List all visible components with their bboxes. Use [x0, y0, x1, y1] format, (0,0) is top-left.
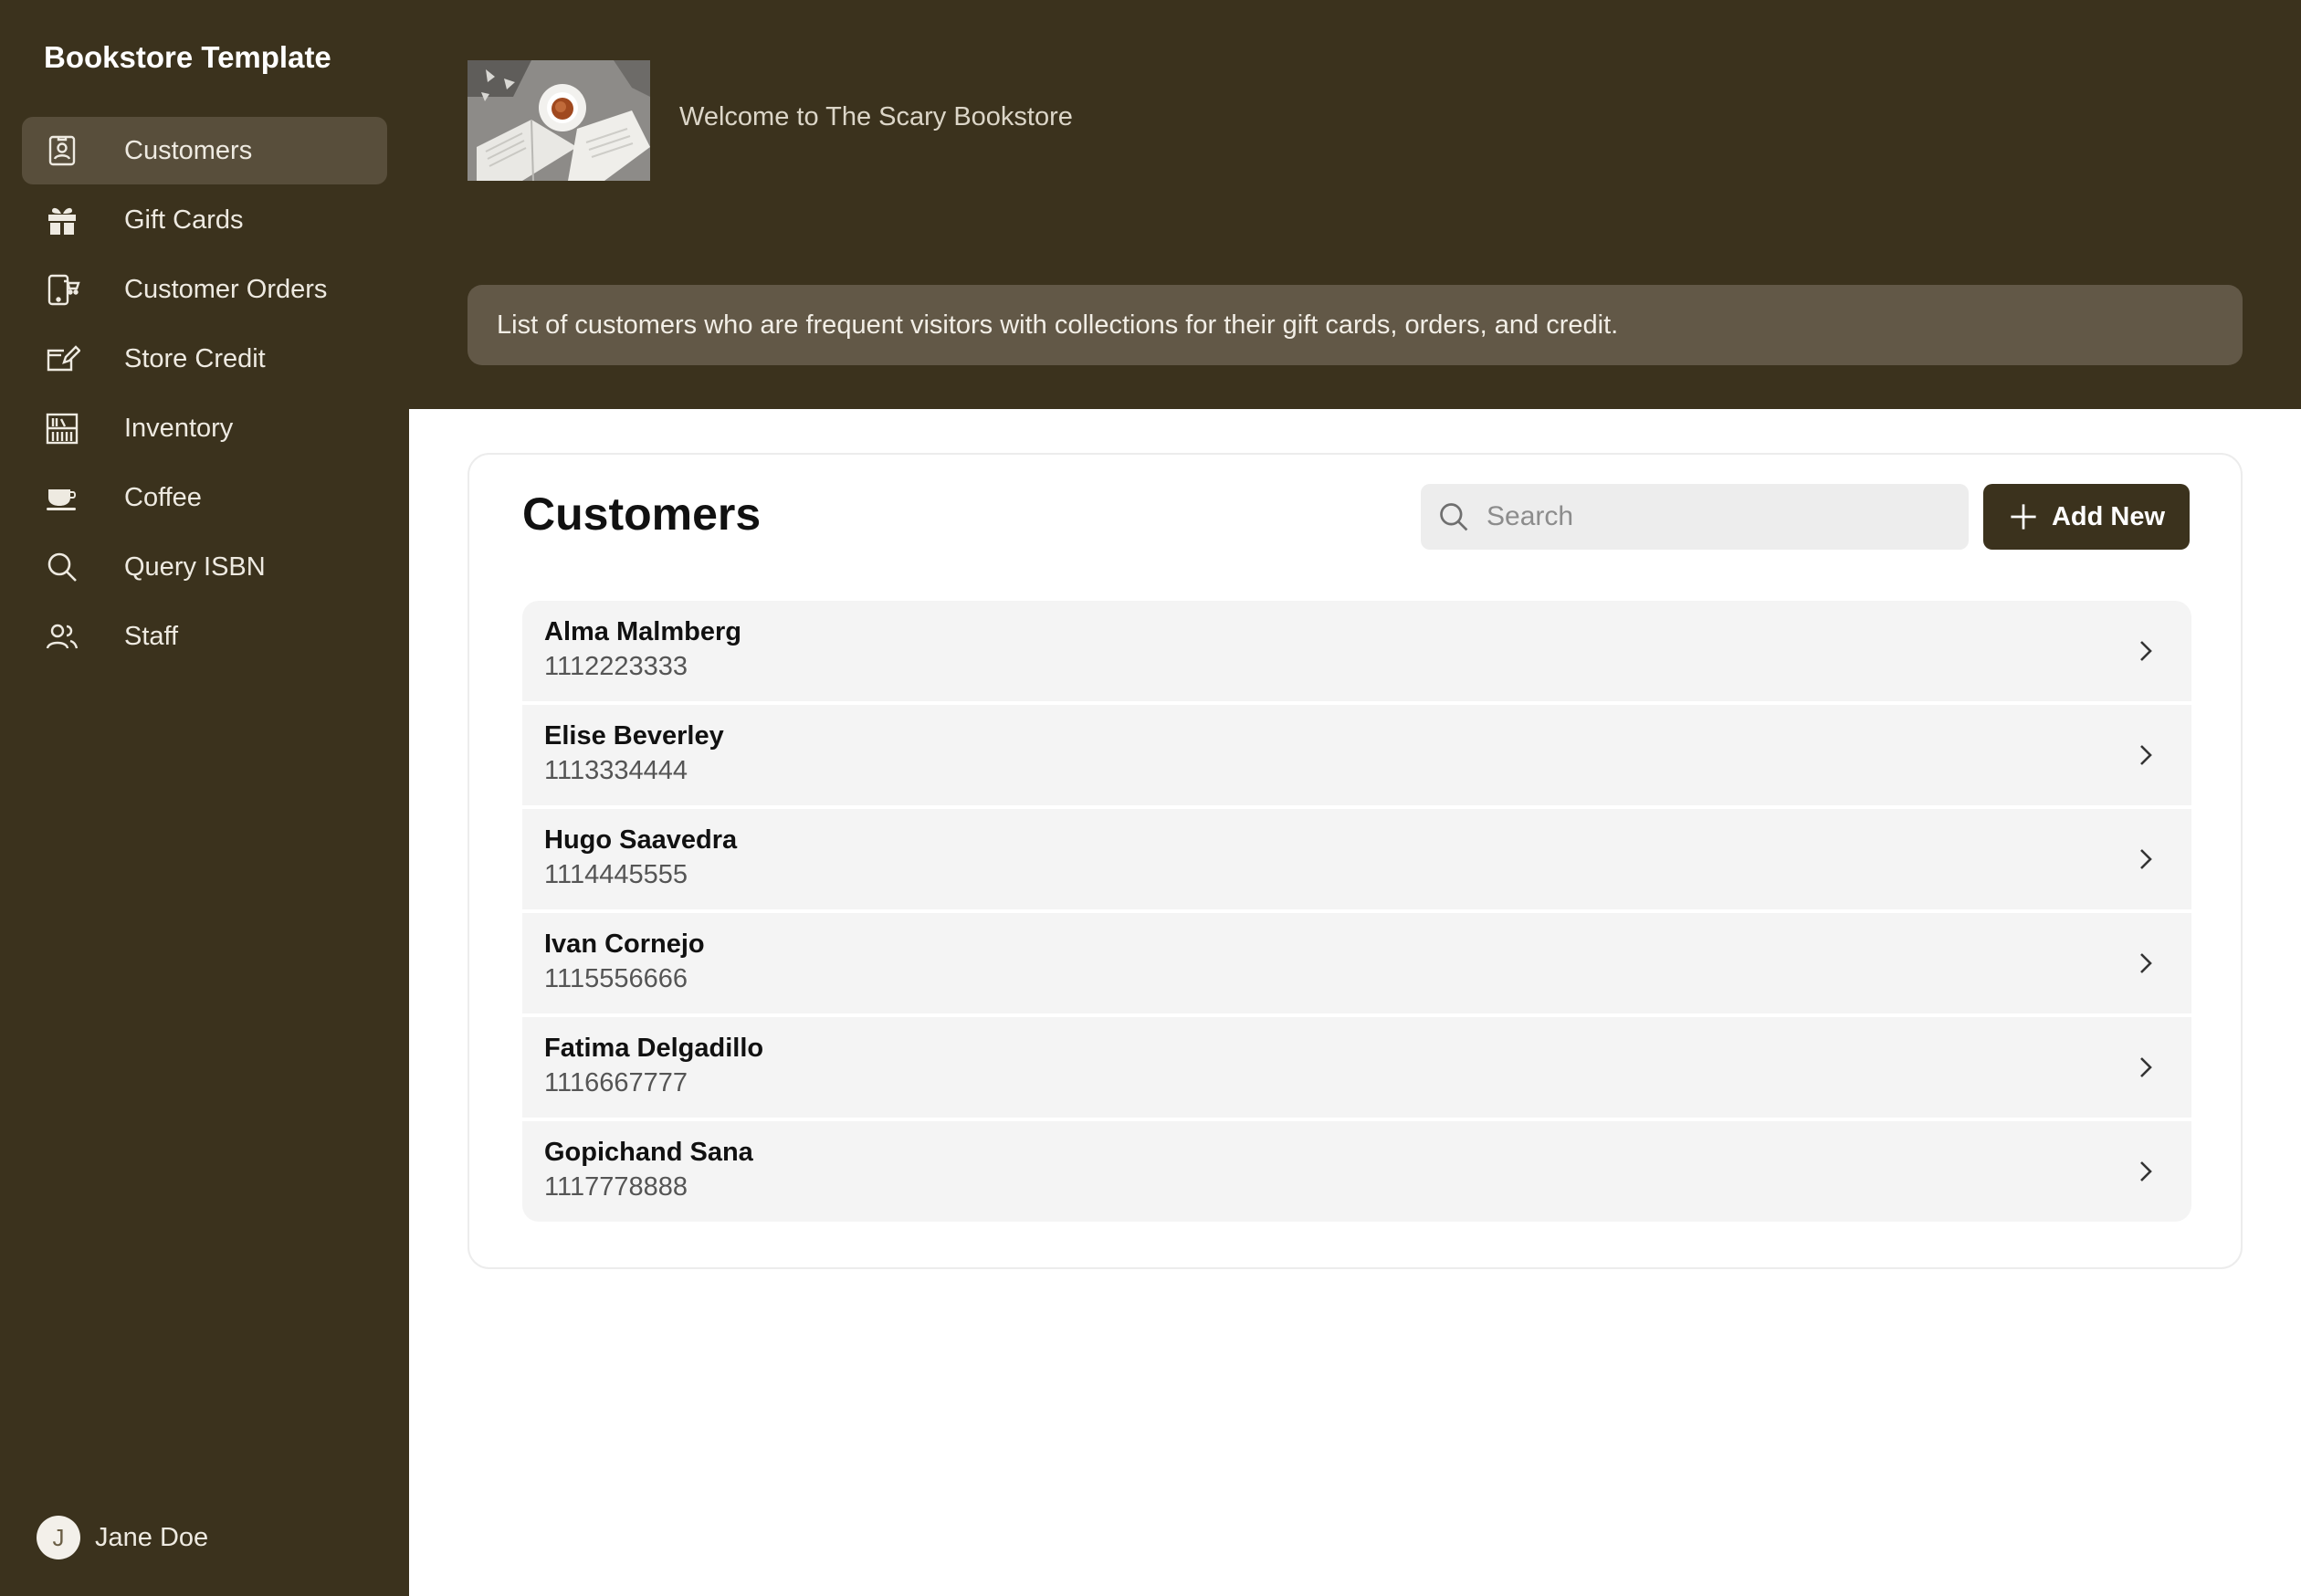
list-item[interactable]: Gopichand Sana 1117778888: [522, 1121, 2191, 1222]
sidebar-item-inventory[interactable]: Inventory: [22, 394, 387, 462]
sidebar-item-customer-orders[interactable]: Customer Orders: [22, 256, 387, 323]
customer-list: Alma Malmberg 1112223333 Elise Beverley …: [522, 601, 2191, 1225]
sidebar-nav: Customers Gift Cards Customer Orders Sto…: [22, 117, 387, 672]
customer-phone: 1116667777: [544, 1068, 688, 1097]
customer-phone: 1114445555: [544, 860, 688, 889]
customer-name: Alma Malmberg: [544, 617, 741, 646]
search-box[interactable]: [1421, 484, 1969, 550]
chevron-right-icon: [2140, 1057, 2152, 1077]
hero-image: [468, 60, 650, 181]
list-item[interactable]: Fatima Delgadillo 1116667777: [522, 1017, 2191, 1118]
sidebar-item-store-credit[interactable]: Store Credit: [22, 325, 387, 393]
customer-phone: 1115556666: [544, 964, 688, 993]
customers-card: Customers Add New Alma Malmberg 11122233…: [468, 453, 2243, 1269]
search-icon: [1440, 503, 1468, 531]
add-new-button[interactable]: Add New: [1983, 484, 2190, 550]
sidebar-item-coffee[interactable]: Coffee: [22, 464, 387, 531]
sidebar-item-customers[interactable]: Customers: [22, 117, 387, 184]
customers-icon: [44, 132, 80, 169]
gift-icon: [44, 202, 80, 238]
phone-cart-icon: [44, 271, 80, 308]
search-icon: [44, 549, 80, 585]
list-item[interactable]: Ivan Cornejo 1115556666: [522, 913, 2191, 1013]
customer-phone: 1112223333: [544, 652, 688, 681]
page-title: Customers: [522, 488, 762, 540]
list-item[interactable]: Elise Beverley 1113334444: [522, 705, 2191, 805]
people-icon: [44, 618, 80, 655]
customer-name: Ivan Cornejo: [544, 929, 705, 959]
list-item[interactable]: Alma Malmberg 1112223333: [522, 601, 2191, 701]
sidebar-item-label: Staff: [124, 621, 179, 651]
description-text: List of customers who are frequent visit…: [497, 310, 1619, 340]
hero-header: Welcome to The Scary Bookstore List of c…: [409, 0, 2301, 409]
sidebar-item-label: Customers: [124, 135, 253, 165]
sidebar-item-label: Customer Orders: [124, 274, 328, 304]
customer-phone: 1113334444: [544, 756, 688, 785]
sidebar-item-label: Inventory: [124, 413, 234, 443]
chevron-right-icon: [2140, 641, 2152, 661]
chevron-right-icon: [2140, 1161, 2152, 1181]
sidebar-item-label: Store Credit: [124, 343, 266, 373]
description-banner: List of customers who are frequent visit…: [468, 285, 2243, 365]
coffee-cup-icon: [44, 479, 80, 516]
shelves-icon: [44, 410, 80, 446]
edit-card-icon: [44, 341, 80, 377]
customer-name: Fatima Delgadillo: [544, 1034, 764, 1063]
welcome-text: Welcome to The Scary Bookstore: [679, 102, 1073, 131]
sidebar-item-label: Gift Cards: [124, 205, 244, 235]
user-name: Jane Doe: [95, 1522, 209, 1552]
customer-phone: 1117778888: [544, 1172, 688, 1202]
search-input[interactable]: [1485, 500, 1945, 533]
chevron-right-icon: [2140, 745, 2152, 765]
sidebar-item-label: Query ISBN: [124, 551, 266, 582]
plus-icon: [2011, 504, 2036, 530]
customer-name: Elise Beverley: [544, 721, 724, 751]
customer-name: Hugo Saavedra: [544, 825, 738, 855]
sidebar: Bookstore Template Customers Gift Cards …: [0, 0, 409, 1596]
sidebar-item-staff[interactable]: Staff: [22, 603, 387, 670]
avatar: J: [37, 1516, 80, 1559]
user-profile[interactable]: J Jane Doe: [37, 1516, 208, 1559]
brand-title: Bookstore Template: [44, 40, 331, 74]
chevron-right-icon: [2140, 849, 2152, 869]
sidebar-item-gift-cards[interactable]: Gift Cards: [22, 186, 387, 254]
chevron-right-icon: [2140, 953, 2152, 973]
customer-name: Gopichand Sana: [544, 1138, 753, 1167]
sidebar-item-query-isbn[interactable]: Query ISBN: [22, 533, 387, 601]
sidebar-item-label: Coffee: [124, 482, 202, 512]
add-new-label: Add New: [2051, 501, 2166, 531]
list-item[interactable]: Hugo Saavedra 1114445555: [522, 809, 2191, 909]
